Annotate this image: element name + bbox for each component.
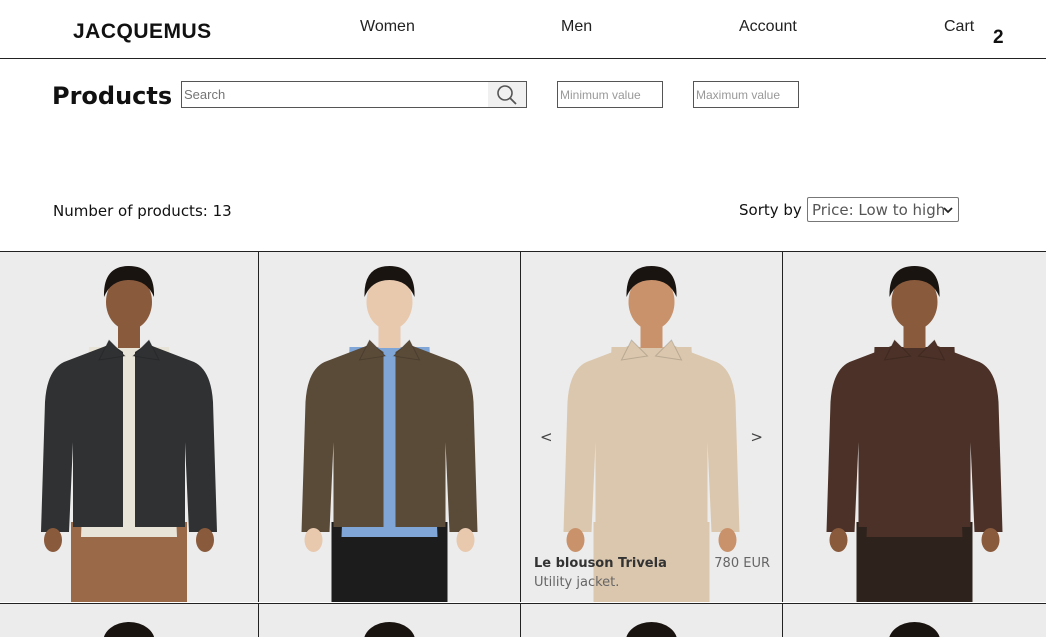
product-image [103,622,155,637]
nav-men[interactable]: Men [561,18,592,36]
sort-selected-value: Price: Low to high [812,200,946,219]
nav-account[interactable]: Account [739,18,797,36]
product-grid: < > Le blouson Trivela 780 EUR Utility j… [0,251,1046,637]
product-card[interactable] [783,252,1046,602]
product-image [826,266,1003,602]
product-image [626,622,677,637]
carousel-prev-arrow[interactable]: < [540,428,553,446]
product-image [563,266,740,602]
product-name: Le blouson Trivela [534,556,667,571]
product-card[interactable] [259,603,521,637]
product-card[interactable] [0,252,259,602]
product-card[interactable] [521,603,783,637]
nav-cart[interactable]: Cart [944,18,974,36]
search-icon [497,84,517,105]
search-button[interactable] [488,82,526,107]
product-description: Utility jacket. [534,575,620,590]
product-price: 780 EUR [714,556,770,571]
product-image [301,266,478,602]
product-image [889,622,940,637]
product-image [41,266,217,602]
chevron-down-icon [943,207,953,214]
carousel-next-arrow[interactable]: > [750,428,763,446]
sort-select[interactable]: Price: Low to high [807,197,959,222]
page-title: Products [52,82,173,110]
search-input[interactable] [182,82,488,107]
min-price-input[interactable] [557,81,663,108]
sort-label: Sorty by [739,201,802,219]
product-card[interactable] [0,603,259,637]
product-count: Number of products: 13 [53,202,232,220]
search-box [181,81,527,108]
product-image [364,622,415,637]
product-card[interactable] [259,252,521,602]
max-price-input[interactable] [693,81,799,108]
brand-logo[interactable]: JACQUEMUS [73,20,212,44]
cart-count-badge: 2 [993,27,1004,48]
site-header: JACQUEMUS Women Men Account Cart 2 [0,0,1046,59]
product-card[interactable]: < > Le blouson Trivela 780 EUR Utility j… [521,252,783,602]
nav-women[interactable]: Women [360,18,415,36]
product-card[interactable] [783,603,1046,637]
